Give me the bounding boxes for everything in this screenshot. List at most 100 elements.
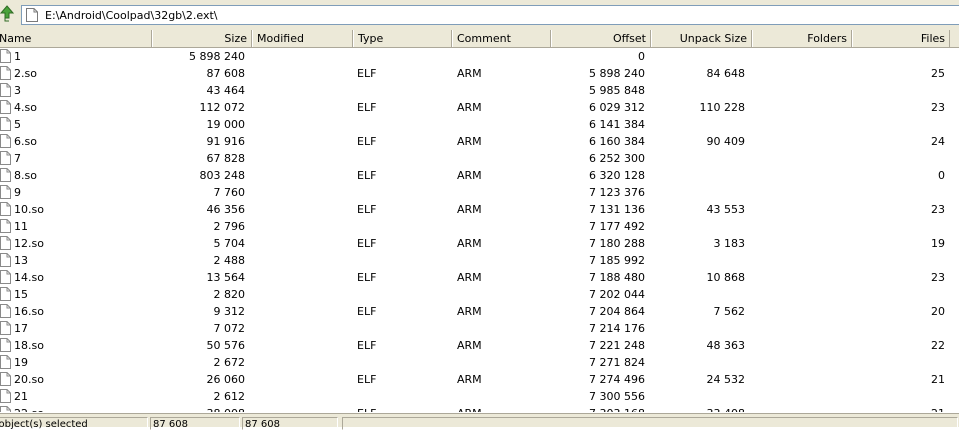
file-size: 13 564 — [206, 271, 246, 284]
file-icon — [0, 219, 11, 233]
address-path: E:\Android\Coolpad\32gb\2.ext\ — [45, 9, 218, 22]
file-icon — [0, 100, 11, 114]
file-type: ELF — [357, 271, 377, 284]
column-offset[interactable]: Offset — [551, 30, 651, 47]
table-row[interactable]: 21 2 612 7 300 556 — [0, 388, 959, 405]
file-files: 19 — [931, 237, 945, 250]
column-name[interactable]: Name — [0, 30, 152, 47]
table-row[interactable]: 22.so38 008 ELF ARM 7 303 168 33 408 21 — [0, 405, 959, 412]
table-row[interactable]: 6.so 91 916 ELF ARM 6 160 384 90 409 24 — [0, 133, 959, 150]
file-offset: 7 221 248 — [589, 339, 645, 352]
file-files: 23 — [931, 101, 945, 114]
status-size: 87 608 — [150, 417, 240, 430]
file-size: 2 672 — [213, 356, 246, 369]
table-row[interactable]: 16.so 9 312 ELF ARM 7 204 864 7 562 20 — [0, 303, 959, 320]
table-row[interactable]: 3 43 464 5 985 848 — [0, 82, 959, 99]
file-files: 25 — [931, 67, 945, 80]
address-toolbar: E:\Android\Coolpad\32gb\2.ext\ — [0, 0, 959, 30]
file-offset: 7 202 044 — [589, 288, 645, 301]
file-type: ELF — [357, 169, 377, 182]
table-row[interactable]: 5 19 000 6 141 384 — [0, 116, 959, 133]
table-row[interactable]: 20.so 26 060 ELF ARM 7 274 496 24 532 21 — [0, 371, 959, 388]
file-offset: 7 188 480 — [589, 271, 645, 284]
file-size: 2 820 — [213, 288, 246, 301]
file-name: 9 — [14, 186, 21, 199]
table-row[interactable]: 2.so 87 608 ELF ARM 5 898 240 84 648 25 — [0, 65, 959, 82]
file-icon — [0, 236, 11, 250]
table-row[interactable]: 7 67 828 6 252 300 — [0, 150, 959, 167]
folder-icon — [26, 8, 38, 22]
status-packed: 87 608 — [242, 417, 338, 430]
column-comment[interactable]: Comment — [452, 30, 551, 47]
table-row[interactable]: 9 7 760 7 123 376 — [0, 184, 959, 201]
file-comment: ARM — [457, 339, 482, 352]
file-size: 91 916 — [206, 135, 246, 148]
file-type: ELF — [357, 101, 377, 114]
file-offset: 6 252 300 — [589, 152, 645, 165]
column-unpack-size[interactable]: Unpack Size — [651, 30, 752, 47]
file-type: ELF — [357, 135, 377, 148]
file-name: 16.so — [14, 305, 44, 318]
file-type: ELF — [357, 339, 377, 352]
file-unpack-size: 43 553 — [706, 203, 746, 216]
table-row[interactable]: 11 2 796 7 177 492 — [0, 218, 959, 235]
file-name: 5 — [14, 118, 21, 131]
file-name: 17 — [14, 322, 28, 335]
file-comment: ARM — [457, 203, 482, 216]
table-row[interactable]: 13 2 488 7 185 992 — [0, 252, 959, 269]
file-type: ELF — [357, 67, 377, 80]
file-offset: 7 214 176 — [589, 322, 645, 335]
file-files: 24 — [931, 135, 945, 148]
column-header: Name Size Modified Type Comment Offset U… — [0, 30, 959, 48]
file-name: 6.so — [14, 135, 37, 148]
file-icon — [0, 151, 11, 165]
column-type[interactable]: Type — [353, 30, 452, 47]
file-name: 10.so — [14, 203, 44, 216]
file-unpack-size: 3 183 — [713, 237, 746, 250]
status-selected: 1 object(s) selected — [0, 417, 148, 430]
file-files: 23 — [931, 271, 945, 284]
file-name: 19 — [14, 356, 28, 369]
column-files[interactable]: Files — [852, 30, 950, 47]
table-row[interactable]: 12.so 5 704 ELF ARM 7 180 288 3 183 19 — [0, 235, 959, 252]
status-info — [342, 417, 958, 430]
file-files: 20 — [931, 305, 945, 318]
file-size: 7 072 — [213, 322, 246, 335]
table-row[interactable]: 1 5 898 240 0 — [0, 48, 959, 65]
file-unpack-size: 90 409 — [706, 135, 746, 148]
file-icon — [0, 83, 11, 97]
file-name: 8.so — [14, 169, 37, 182]
file-offset: 7 123 376 — [589, 186, 645, 199]
column-modified[interactable]: Modified — [252, 30, 353, 47]
file-offset: 7 185 992 — [589, 254, 645, 267]
file-comment: ARM — [457, 237, 482, 250]
file-comment: ARM — [457, 407, 547, 412]
file-size: 5 898 240 — [189, 50, 245, 63]
file-size: 26 060 — [206, 373, 246, 386]
file-offset: 6 029 312 — [589, 101, 645, 114]
status-bar: 1 object(s) selected 87 608 87 608 — [0, 413, 959, 430]
column-size[interactable]: Size — [152, 30, 252, 47]
table-row[interactable]: 19 2 672 7 271 824 — [0, 354, 959, 371]
table-row[interactable]: 4.so 112 072 ELF ARM 6 029 312 110 228 23 — [0, 99, 959, 116]
file-offset: 7 303 168 — [551, 407, 645, 412]
file-size: 2 488 — [213, 254, 246, 267]
address-input[interactable]: E:\Android\Coolpad\32gb\2.ext\ — [21, 5, 959, 25]
table-row[interactable]: 8.so 803 248 ELF ARM 6 320 128 0 — [0, 167, 959, 184]
table-row[interactable]: 14.so 13 564 ELF ARM 7 188 480 10 868 23 — [0, 269, 959, 286]
file-offset: 7 131 136 — [589, 203, 645, 216]
file-comment: ARM — [457, 135, 482, 148]
file-icon — [0, 287, 11, 301]
file-icon — [0, 321, 11, 335]
file-comment: ARM — [457, 101, 482, 114]
file-offset: 6 141 384 — [589, 118, 645, 131]
table-row[interactable]: 15 2 820 7 202 044 — [0, 286, 959, 303]
column-folders[interactable]: Folders — [752, 30, 852, 47]
table-row[interactable]: 17 7 072 7 214 176 — [0, 320, 959, 337]
file-offset: 7 204 864 — [589, 305, 645, 318]
table-row[interactable]: 10.so 46 356 ELF ARM 7 131 136 43 553 23 — [0, 201, 959, 218]
file-size: 50 576 — [206, 339, 246, 352]
table-row[interactable]: 18.so 50 576 ELF ARM 7 221 248 48 363 22 — [0, 337, 959, 354]
file-icon — [0, 372, 11, 386]
up-arrow-icon[interactable] — [0, 5, 15, 23]
